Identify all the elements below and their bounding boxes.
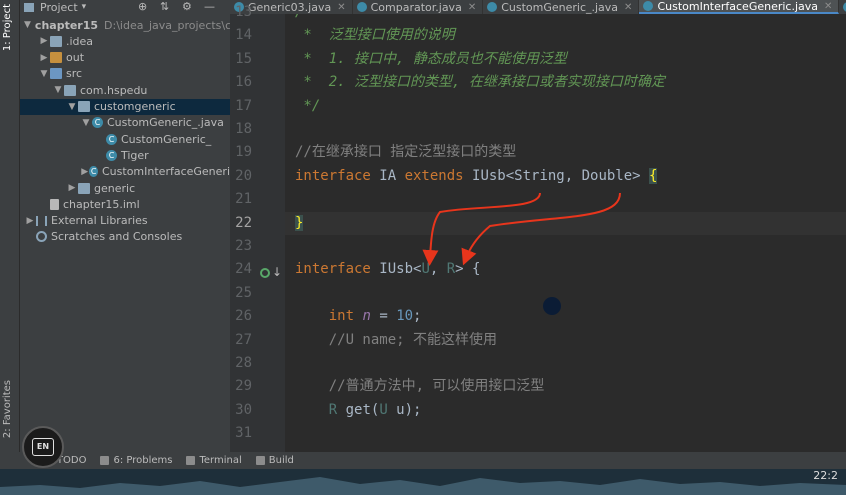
arrow-string-to-u <box>422 192 541 266</box>
input-method-badge[interactable]: EN <box>22 426 64 468</box>
annotation-arrows <box>422 192 621 266</box>
waveform-icon <box>0 477 846 495</box>
problems-tool-button[interactable]: 6: Problems <box>100 455 172 466</box>
build-tool-button[interactable]: Build <box>255 455 294 466</box>
caret-position[interactable]: 22:2 <box>813 469 838 482</box>
tool-window-bar: 6: TODO 6: Problems Terminal Build <box>0 452 846 469</box>
audio-waveform-overlay <box>0 469 846 495</box>
terminal-tool-button[interactable]: Terminal <box>186 455 242 466</box>
problems-icon <box>100 456 110 465</box>
build-icon <box>255 456 265 465</box>
terminal-icon <box>186 456 196 465</box>
input-method-label: EN <box>32 438 54 456</box>
arrow-double-to-r <box>461 192 621 266</box>
problems-label: 6: Problems <box>113 455 173 466</box>
terminal-label: Terminal <box>199 455 242 466</box>
build-label: Build <box>268 455 294 466</box>
